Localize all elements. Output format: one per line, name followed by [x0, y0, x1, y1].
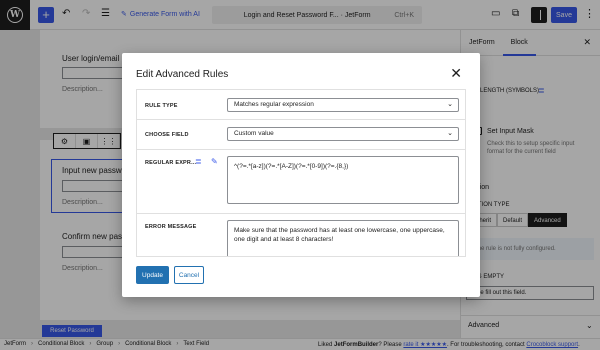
choose-field-row: CHOOSE FIELD Custom value ⌄ [137, 120, 465, 150]
choose-field-select[interactable]: Custom value ⌄ [227, 127, 459, 141]
edit-advanced-rules-modal: Edit Advanced Rules ✕ RULE TYPE Matches … [122, 53, 480, 297]
chevron-down-icon: ⌄ [447, 101, 453, 108]
regex-label: REGULAR EXPR... [145, 160, 197, 166]
regex-textarea[interactable]: ^(?=.*[a-z])(?=.*[A-Z])(?=.*[0-9])(?=.{8… [227, 156, 459, 204]
error-message-row: ERROR MESSAGE Make sure that the passwor… [137, 214, 465, 256]
regex-row: REGULAR EXPR... ≣ ✎ ^(?=.*[a-z])(?=.*[A-… [137, 150, 465, 214]
chevron-down-icon: ⌄ [447, 130, 453, 137]
modal-actions: Update Cancel [136, 266, 204, 284]
rule-type-select[interactable]: Matches regular expression ⌄ [227, 98, 459, 112]
update-button[interactable]: Update [136, 266, 169, 284]
rules-form: RULE TYPE Matches regular expression ⌄ C… [136, 89, 466, 257]
close-icon[interactable]: ✕ [450, 65, 462, 82]
database-icon[interactable]: ≣ [195, 157, 202, 166]
rule-type-row: RULE TYPE Matches regular expression ⌄ [137, 90, 465, 120]
wrench-icon[interactable]: ✎ [211, 157, 218, 166]
choose-field-label: CHOOSE FIELD [145, 132, 189, 138]
error-message-textarea[interactable]: Make sure that the password has at least… [227, 220, 459, 256]
error-message-label: ERROR MESSAGE [145, 224, 197, 230]
cancel-button[interactable]: Cancel [174, 266, 204, 284]
rule-type-label: RULE TYPE [145, 103, 178, 109]
modal-title: Edit Advanced Rules [136, 69, 229, 80]
